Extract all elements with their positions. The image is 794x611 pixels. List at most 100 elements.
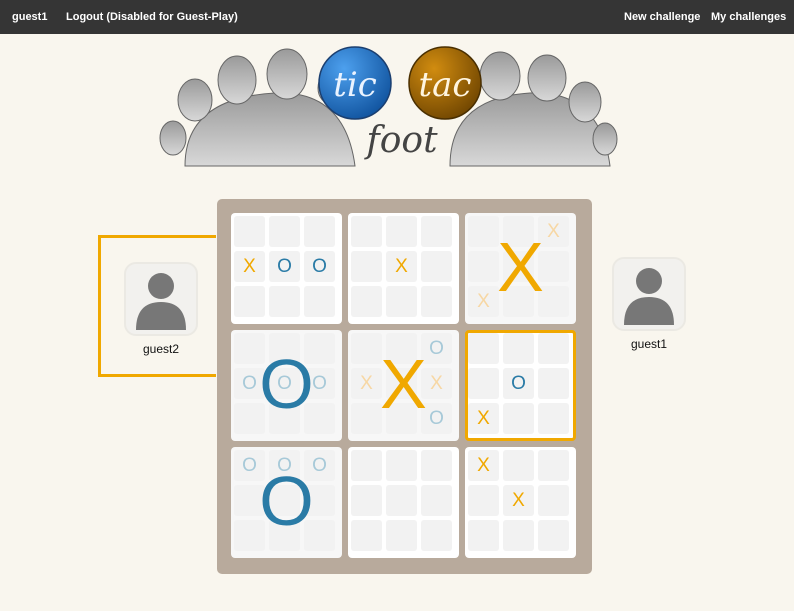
board-cell: X bbox=[351, 368, 382, 399]
board-cell bbox=[468, 216, 499, 247]
user-silhouette-icon bbox=[136, 273, 186, 330]
board-cell[interactable] bbox=[503, 520, 534, 551]
board-cell[interactable] bbox=[386, 450, 417, 481]
board-cell[interactable] bbox=[503, 450, 534, 481]
board-cell[interactable] bbox=[269, 216, 300, 247]
board-cell bbox=[304, 485, 335, 516]
board-cell[interactable] bbox=[538, 403, 569, 434]
board-cell[interactable] bbox=[468, 368, 499, 399]
top-nav-bar: guest1 Logout (Disabled for Guest-Play) … bbox=[0, 0, 794, 34]
board-cell[interactable] bbox=[421, 216, 452, 247]
board-cell[interactable] bbox=[503, 403, 534, 434]
board-cell bbox=[234, 403, 265, 434]
logout-link[interactable]: Logout (Disabled for Guest-Play) bbox=[66, 11, 238, 23]
board-cell: X bbox=[421, 368, 452, 399]
board-cell: O bbox=[234, 450, 265, 481]
logo-word-tic: tic bbox=[333, 65, 377, 105]
board-cell[interactable] bbox=[386, 286, 417, 317]
tic-tac-foot-logo: tic tac foot bbox=[159, 46, 618, 167]
board-cell bbox=[468, 251, 499, 282]
board-cell[interactable] bbox=[421, 485, 452, 516]
board-cell bbox=[234, 520, 265, 551]
board-cell bbox=[304, 520, 335, 551]
board-cell[interactable] bbox=[421, 286, 452, 317]
board-cell bbox=[269, 333, 300, 364]
board-cell[interactable] bbox=[269, 286, 300, 317]
board-cell[interactable] bbox=[351, 520, 382, 551]
left-player-name: guest2 bbox=[142, 342, 180, 356]
board-cell: O bbox=[421, 333, 452, 364]
mini-board: X bbox=[348, 213, 459, 324]
board-cell: X bbox=[503, 485, 534, 516]
board-cell: O bbox=[234, 368, 265, 399]
board-cell bbox=[351, 403, 382, 434]
board-cell: O bbox=[421, 403, 452, 434]
board-cell[interactable] bbox=[351, 485, 382, 516]
board-cell[interactable] bbox=[351, 216, 382, 247]
board-cell[interactable] bbox=[421, 251, 452, 282]
board-cell bbox=[386, 403, 417, 434]
right-player-avatar bbox=[612, 257, 686, 331]
mini-board[interactable]: OX bbox=[465, 330, 576, 441]
board-cell[interactable] bbox=[421, 450, 452, 481]
logo-word-tac: tac bbox=[419, 65, 472, 105]
board-cell: O bbox=[269, 450, 300, 481]
board-cell[interactable] bbox=[538, 333, 569, 364]
mini-board: XXX bbox=[465, 213, 576, 324]
left-player: guest2 bbox=[124, 262, 198, 356]
board-cell[interactable] bbox=[351, 251, 382, 282]
board-cell[interactable] bbox=[468, 485, 499, 516]
user-silhouette-icon bbox=[624, 268, 674, 325]
board-cell[interactable] bbox=[421, 520, 452, 551]
mini-board: OOOO bbox=[231, 447, 342, 558]
board-cell: X bbox=[468, 403, 499, 434]
board-cell[interactable] bbox=[503, 333, 534, 364]
left-player-avatar bbox=[124, 262, 198, 336]
board-cell bbox=[386, 333, 417, 364]
board-cell bbox=[269, 403, 300, 434]
mini-board: OXXOX bbox=[348, 330, 459, 441]
board-cell[interactable] bbox=[538, 368, 569, 399]
board-cell[interactable] bbox=[468, 520, 499, 551]
board-cell[interactable] bbox=[386, 520, 417, 551]
board-cell[interactable] bbox=[234, 286, 265, 317]
board-cell bbox=[538, 286, 569, 317]
board-cell bbox=[503, 216, 534, 247]
board-cell[interactable] bbox=[351, 286, 382, 317]
new-challenge-link[interactable]: New challenge bbox=[624, 11, 700, 23]
board-cell[interactable] bbox=[304, 286, 335, 317]
board-cell: O bbox=[304, 368, 335, 399]
board-cell: X bbox=[468, 286, 499, 317]
board-cell[interactable] bbox=[538, 450, 569, 481]
board-cell[interactable] bbox=[304, 216, 335, 247]
board-cell: O bbox=[304, 450, 335, 481]
username-link[interactable]: guest1 bbox=[12, 11, 47, 23]
board-cell bbox=[234, 485, 265, 516]
board-cell bbox=[386, 368, 417, 399]
right-player-name: guest1 bbox=[630, 337, 668, 351]
board-cell[interactable] bbox=[538, 485, 569, 516]
board-cell: O bbox=[269, 368, 300, 399]
board-cell bbox=[503, 251, 534, 282]
board-cell: O bbox=[503, 368, 534, 399]
my-challenges-link[interactable]: My challenges bbox=[711, 11, 786, 23]
board-cell: X bbox=[386, 251, 417, 282]
board-cell[interactable] bbox=[386, 216, 417, 247]
board-cell[interactable] bbox=[351, 450, 382, 481]
board-cell: O bbox=[269, 251, 300, 282]
board-cell bbox=[234, 333, 265, 364]
board-cell[interactable] bbox=[538, 520, 569, 551]
board-cell bbox=[351, 333, 382, 364]
board-cell bbox=[304, 403, 335, 434]
logo-word-foot: foot bbox=[363, 120, 438, 161]
board-cell bbox=[538, 251, 569, 282]
board-cell bbox=[503, 286, 534, 317]
board-cell[interactable] bbox=[386, 485, 417, 516]
right-player: guest1 bbox=[612, 257, 686, 351]
mini-board: XOO bbox=[231, 213, 342, 324]
board-cell[interactable] bbox=[234, 216, 265, 247]
board-cell: O bbox=[304, 251, 335, 282]
board-cell[interactable] bbox=[468, 333, 499, 364]
mini-board bbox=[348, 447, 459, 558]
board-cell: X bbox=[468, 450, 499, 481]
